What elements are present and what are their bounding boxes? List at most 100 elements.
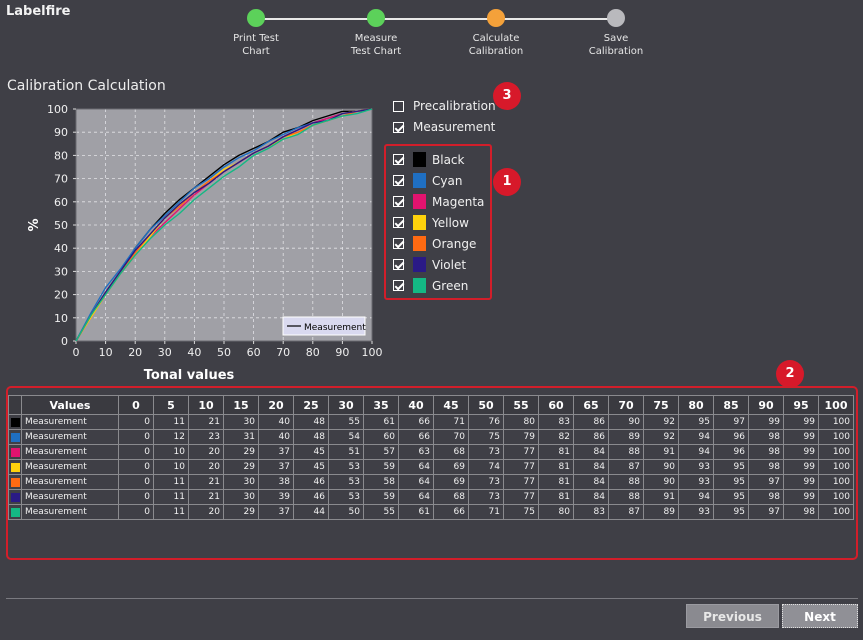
table-cell: 77: [503, 474, 539, 490]
table-cell: 58: [363, 474, 399, 490]
table-cell: 88: [608, 489, 644, 505]
table-cell: 20: [188, 459, 224, 475]
color-option-yellow[interactable]: Yellow: [393, 215, 469, 230]
color-label: Orange: [432, 236, 477, 251]
row-swatch-cell: [8, 414, 22, 430]
color-checkbox[interactable]: [393, 175, 404, 186]
row-swatch-cell: [8, 474, 22, 490]
table-cell: 99: [783, 459, 819, 475]
table-cell: 37: [258, 459, 294, 475]
table-column-header: 5: [153, 395, 189, 415]
table-cell: 11: [153, 489, 189, 505]
measurement-checkbox[interactable]: [393, 121, 404, 133]
row-swatch-cell: [8, 444, 22, 460]
step-calculate-calibration: Calculate Calibration: [436, 8, 556, 58]
callout-badge-1: 1: [493, 168, 521, 196]
x-tick-label: 70: [276, 346, 290, 359]
table-cell: 46: [293, 474, 329, 490]
table-cell: 40: [258, 414, 294, 430]
color-checkbox[interactable]: [393, 196, 404, 207]
table-cell: 100: [818, 444, 854, 460]
table-cell: 30: [223, 414, 259, 430]
table-cell: 53: [328, 489, 364, 505]
x-axis-label: Tonal values: [144, 368, 235, 383]
color-option-black[interactable]: Black: [393, 152, 464, 167]
row-swatch-cell: [8, 489, 22, 505]
table-row[interactable]: Measurement 0 10 20 29 37 45 51 57 63 68 73 77 81 84 88…: [8, 444, 854, 460]
step-status-dot: [247, 9, 265, 27]
measurement-option[interactable]: Measurement: [393, 120, 495, 134]
table-cell: 81: [538, 474, 574, 490]
precalibration-checkbox[interactable]: [393, 100, 404, 112]
table-cell: 99: [783, 429, 819, 445]
color-label: Black: [432, 152, 465, 167]
table-cell: 100: [818, 504, 854, 520]
table-row[interactable]: Measurement 0 11 21 30 39 46 53 59 64 68 73 77 81 84 88…: [8, 489, 854, 505]
table-column-header: 50: [468, 395, 504, 415]
table-cell: 11: [153, 414, 189, 430]
color-label: Green: [432, 278, 469, 293]
table-cell: 40: [258, 429, 294, 445]
table-row[interactable]: Measurement 0 11 20 29 37 44 50 55 61 66 71 75 80 83 87…: [8, 504, 854, 520]
table-row[interactable]: Measurement 0 12 23 31 40 48 54 60 66 70 75 79 82 86 89…: [8, 429, 854, 445]
table-cell: 61: [398, 504, 434, 520]
table-cell: 48: [293, 429, 329, 445]
table-cell: 63: [398, 444, 434, 460]
legend-label: Measurement: [304, 323, 366, 333]
table-header-values: Values: [21, 395, 119, 415]
table-cell: 30: [223, 474, 259, 490]
color-checkbox[interactable]: [393, 280, 404, 291]
table-cell: 73: [468, 444, 504, 460]
color-option-cyan[interactable]: Cyan: [393, 173, 462, 188]
color-checkbox[interactable]: [393, 259, 404, 270]
chart-legend: Measurement: [282, 316, 366, 336]
table-cell: 29: [223, 504, 259, 520]
color-swatch: [413, 215, 426, 230]
color-checkbox[interactable]: [393, 238, 404, 249]
measurement-label: Measurement: [413, 120, 496, 134]
table-cell: 48: [293, 414, 329, 430]
table-cell: 66: [433, 504, 469, 520]
table-row[interactable]: Measurement 0 11 21 30 40 48 55 61 66 71 76 80 83 86 90…: [8, 414, 854, 430]
color-option-violet[interactable]: Violet: [393, 257, 466, 272]
table-cell: 84: [573, 459, 609, 475]
table-cell: 99: [783, 414, 819, 430]
table-row[interactable]: Measurement 0 11 21 30 38 46 53 58 64 69 73 77 81 84 88…: [8, 474, 854, 490]
step-status-dot: [487, 9, 505, 27]
table-cell: 71: [468, 504, 504, 520]
table-column-header: 15: [223, 395, 259, 415]
table-cell: 81: [538, 444, 574, 460]
table-cell: 37: [258, 504, 294, 520]
color-swatch: [413, 173, 426, 188]
color-option-green[interactable]: Green: [393, 278, 468, 293]
table-column-header: 75: [643, 395, 679, 415]
x-tick-label: 50: [217, 346, 231, 359]
y-tick-label: 20: [54, 289, 68, 302]
precalibration-option[interactable]: Precalibration: [393, 99, 496, 113]
table-column-header: 30: [328, 395, 364, 415]
table-row[interactable]: Measurement 0 10 20 29 37 45 53 59 64 69 74 77 81 84 87…: [8, 459, 854, 475]
table-cell: 77: [503, 459, 539, 475]
table-cell: 98: [748, 444, 784, 460]
table-cell: 100: [818, 489, 854, 505]
table-cell: 53: [328, 474, 364, 490]
color-checkbox[interactable]: [393, 217, 404, 228]
table-cell: 0: [118, 429, 154, 445]
table-cell: 38: [258, 474, 294, 490]
previous-button[interactable]: Previous: [686, 604, 779, 628]
row-color-swatch: [10, 447, 20, 457]
color-option-orange[interactable]: Orange: [393, 236, 476, 251]
x-tick-label: 0: [73, 346, 80, 359]
table-cell: 89: [643, 504, 679, 520]
next-button[interactable]: Next: [782, 604, 858, 628]
table-cell: 0: [118, 444, 154, 460]
table-cell: 23: [188, 429, 224, 445]
color-checkbox[interactable]: [393, 154, 404, 165]
table-cell: 88: [608, 474, 644, 490]
row-swatch-cell: [8, 504, 22, 520]
table-cell: 95: [713, 459, 749, 475]
table-cell: 0: [118, 414, 154, 430]
color-option-magenta[interactable]: Magenta: [393, 194, 484, 209]
x-tick-label: 80: [306, 346, 320, 359]
table-cell: 84: [573, 489, 609, 505]
